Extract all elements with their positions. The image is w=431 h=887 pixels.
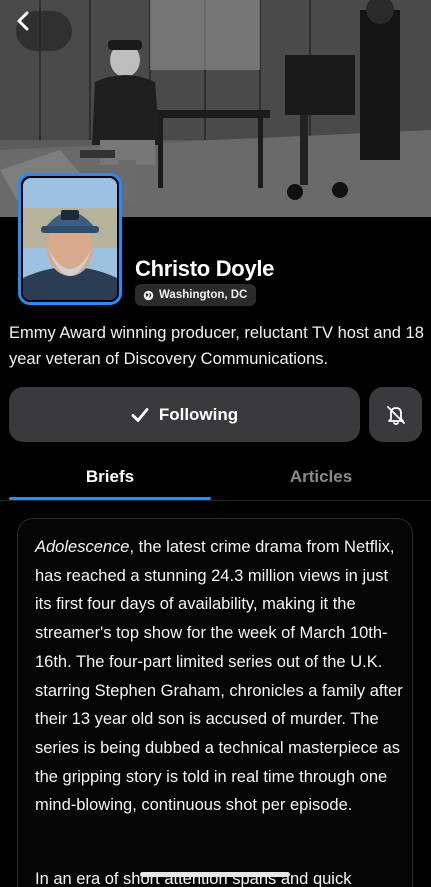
content-tabs: Briefs Articles xyxy=(0,455,431,501)
avatar[interactable] xyxy=(18,173,122,305)
brief-paragraph: Adolescence, the latest crime drama from… xyxy=(35,533,405,820)
profile-bio: Emmy Award winning producer, reluctant T… xyxy=(9,324,424,368)
profile-screen: Christo Doyle Washington, DC Emmy Award … xyxy=(0,0,431,887)
tab-briefs[interactable]: Briefs xyxy=(9,455,211,499)
following-label: Following xyxy=(158,404,239,424)
profile-name: Christo Doyle xyxy=(135,256,275,281)
chevron-left-icon xyxy=(17,11,29,31)
home-indicator[interactable] xyxy=(140,872,290,877)
location-badge: Washington, DC xyxy=(135,284,257,306)
brief-title: Adolescence xyxy=(35,538,130,556)
back-button[interactable] xyxy=(16,11,72,51)
notifications-button[interactable] xyxy=(369,387,422,442)
tab-articles[interactable]: Articles xyxy=(218,455,424,499)
following-button[interactable]: Following xyxy=(9,387,360,442)
brief-body: , the latest crime drama from Netflix, h… xyxy=(35,538,403,815)
avatar-photo xyxy=(23,178,117,300)
active-tab-indicator xyxy=(9,497,211,500)
checkmark-icon xyxy=(131,407,149,422)
location-text: Washington, DC xyxy=(159,289,248,301)
globe-icon xyxy=(143,290,154,300)
bell-slash-icon xyxy=(386,405,405,425)
